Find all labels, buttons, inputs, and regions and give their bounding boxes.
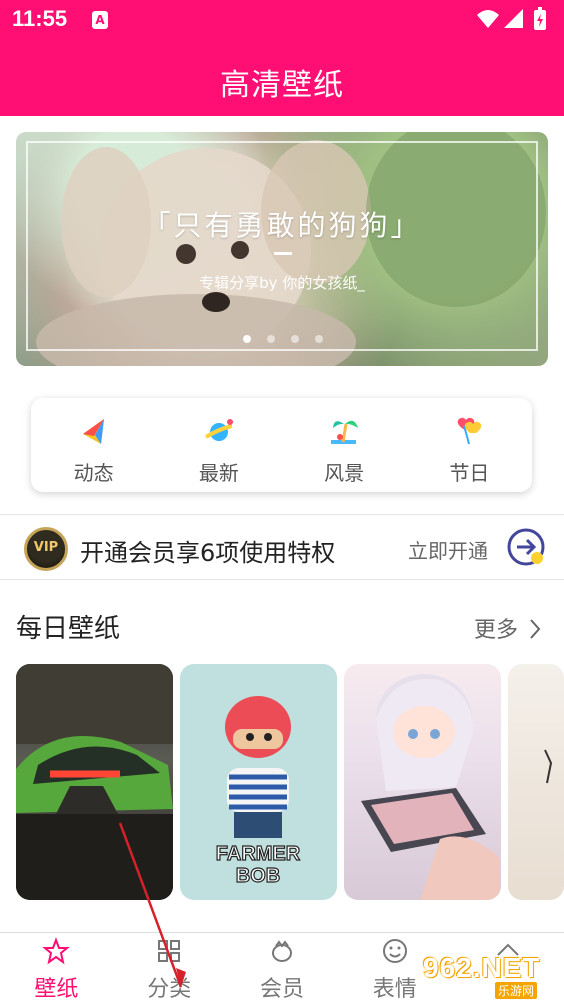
- grid-icon: [158, 940, 181, 962]
- daily-gallery: FARMER BOB: [0, 664, 564, 900]
- banner-subtitle: 专辑分享by 你的女孩纸_: [199, 274, 365, 292]
- pagination-dot[interactable]: [243, 335, 251, 343]
- farmer-bob-image: FARMER BOB: [215, 696, 301, 888]
- star-icon: [42, 937, 71, 965]
- daily-section-title: 每日壁纸: [16, 614, 121, 644]
- green-car-image: [16, 664, 173, 900]
- tab-category[interactable]: 分类: [113, 933, 226, 1004]
- pagination-dot[interactable]: [267, 335, 275, 343]
- wifi-icon: [477, 10, 499, 28]
- signal-icon: [504, 9, 523, 28]
- quick-nav-latest[interactable]: 最新: [156, 398, 281, 492]
- partial-image: [544, 749, 553, 784]
- anime-girl-image: [361, 674, 500, 900]
- page-title: 高清壁纸: [220, 68, 344, 103]
- wallpaper-thumb-partial[interactable]: [508, 664, 564, 900]
- balloon-heart-icon: [458, 417, 482, 445]
- quick-nav-label: 动态: [73, 461, 114, 485]
- wallpaper-thumb-bob[interactable]: FARMER BOB: [180, 664, 337, 900]
- more-link[interactable]: 更多: [474, 612, 543, 644]
- quick-nav-label: 风景: [324, 461, 365, 485]
- tab-label: 壁纸: [34, 977, 79, 1002]
- vip-badge-icon: VIP: [24, 527, 68, 571]
- vip-promo[interactable]: VIP 开通会员享6项使用特权 立即开通: [0, 514, 564, 580]
- planet-icon: [204, 419, 233, 441]
- tab-member[interactable]: 会员: [226, 933, 339, 1004]
- palm-tree-icon: [331, 420, 359, 444]
- chevron-right-icon: [530, 619, 541, 639]
- smile-icon: [382, 939, 407, 963]
- banner-title: 「只有勇敢的狗狗」: [142, 209, 422, 242]
- crown-icon: [271, 940, 292, 962]
- pagination-dot[interactable]: [315, 335, 323, 343]
- sail-icon: [82, 419, 104, 444]
- banner-pagination: [243, 335, 323, 345]
- pagination-dot[interactable]: [291, 335, 299, 343]
- svg-text:BOB: BOB: [236, 865, 280, 887]
- watermark-sub: 乐游网: [495, 982, 538, 999]
- quick-nav-label: 最新: [198, 461, 239, 485]
- more-label: 更多: [474, 618, 519, 643]
- status-bar: 11:55 A: [0, 0, 564, 40]
- tab-label: 会员: [259, 977, 304, 1002]
- vip-promo-text: 开通会员享6项使用特权: [80, 539, 336, 567]
- content-area: 「只有勇敢的狗狗」 专辑分享by 你的女孩纸_ 动态 最新 风景 节日 VIP …: [0, 116, 564, 932]
- svg-text:FARMER: FARMER: [216, 843, 301, 865]
- tab-label: 分类: [147, 977, 192, 1002]
- quick-nav-holiday[interactable]: 节日: [407, 398, 532, 492]
- quick-nav-label: 节日: [449, 461, 490, 485]
- featured-banner[interactable]: 「只有勇敢的狗狗」 专辑分享by 你的女孩纸_: [16, 132, 548, 366]
- quick-nav-dynamic[interactable]: 动态: [31, 398, 156, 492]
- watermark-main: 962.NET: [423, 952, 541, 983]
- status-time: 11:55: [12, 6, 68, 31]
- banner-frame: [26, 141, 538, 351]
- site-watermark: 962.NET 乐游网: [423, 950, 557, 1002]
- app-bar: 高清壁纸: [0, 40, 564, 116]
- status-icons: [477, 7, 546, 30]
- wallpaper-thumb-anime-girl[interactable]: [344, 664, 501, 900]
- quick-nav: 动态 最新 风景 节日: [31, 398, 532, 492]
- banner-divider: [274, 252, 292, 255]
- vip-badge-text: VIP: [33, 540, 59, 555]
- quick-nav-landscape[interactable]: 风景: [282, 398, 407, 492]
- notification-badge: A: [92, 11, 108, 29]
- tab-wallpaper[interactable]: 壁纸: [0, 933, 113, 1004]
- wallpaper-thumb-car[interactable]: [16, 664, 173, 900]
- vip-open-link[interactable]: 立即开通: [408, 535, 488, 564]
- arrow-right-circle-icon[interactable]: [506, 527, 546, 567]
